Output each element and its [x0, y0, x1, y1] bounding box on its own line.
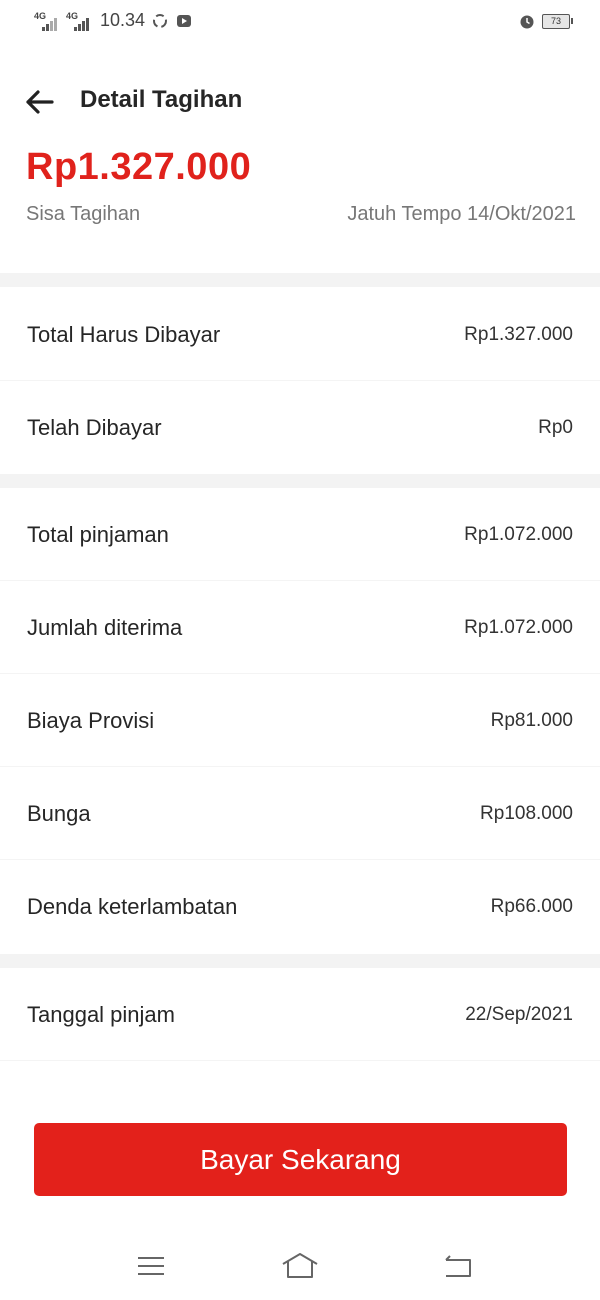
- row-label: Tanggal pinjam: [27, 1001, 175, 1027]
- system-nav-bar: [0, 1236, 600, 1296]
- youtube-icon: [177, 14, 192, 27]
- status-left: 4G 4G 10.34: [34, 10, 193, 31]
- sync-icon: [153, 13, 168, 28]
- status-bar: 4G 4G 10.34 73: [0, 0, 600, 48]
- pay-now-button[interactable]: Bayar Sekarang: [34, 1123, 567, 1196]
- app-header: Detail Tagihan: [0, 78, 600, 126]
- detail-row: Bunga Rp108.000: [0, 767, 600, 860]
- section-divider: [0, 273, 600, 287]
- row-label: Total pinjaman: [27, 521, 169, 547]
- row-label: Telah Dibayar: [27, 414, 162, 440]
- signal-label: 4G: [34, 10, 47, 21]
- signal-icon: 4G: [34, 11, 60, 31]
- battery-icon: 73: [542, 13, 573, 29]
- alarm-icon: [520, 15, 534, 29]
- row-value: Rp81.000: [490, 709, 573, 731]
- due-date: Jatuh Tempo 14/Okt/2021: [347, 203, 576, 225]
- row-label: Jumlah diterima: [27, 614, 183, 640]
- status-right: 73: [518, 12, 573, 30]
- status-time: 10.34: [100, 10, 146, 30]
- menu-icon[interactable]: [131, 1248, 171, 1284]
- row-value: Rp1.327.000: [464, 323, 573, 345]
- detail-row: Denda keterlambatan Rp66.000: [0, 860, 600, 953]
- home-icon[interactable]: [280, 1248, 320, 1284]
- remaining-label: Sisa Tagihan: [26, 203, 141, 225]
- detail-row: Jumlah diterima Rp1.072.000: [0, 581, 600, 674]
- section-divider: [0, 474, 600, 488]
- detail-row: Biaya Provisi Rp81.000: [0, 674, 600, 767]
- remaining-amount: Rp1.327.000: [26, 146, 252, 188]
- row-value: Rp0: [538, 416, 573, 438]
- arrow-left-icon[interactable]: [22, 84, 58, 120]
- page-title: Detail Tagihan: [80, 86, 243, 113]
- back-icon[interactable]: [438, 1248, 478, 1284]
- row-value: 22/Sep/2021: [465, 1003, 573, 1025]
- row-value: Rp66.000: [490, 895, 573, 917]
- row-label: Total Harus Dibayar: [27, 321, 221, 347]
- row-label: Biaya Provisi: [27, 707, 155, 733]
- row-value: Rp1.072.000: [464, 616, 573, 638]
- row-label: Denda keterlambatan: [27, 893, 238, 919]
- section-divider: [0, 954, 600, 968]
- row-value: Rp1.072.000: [464, 523, 573, 545]
- detail-row: Telah Dibayar Rp0: [0, 381, 600, 474]
- signal-label: 4G: [66, 10, 79, 21]
- detail-row: Total pinjaman Rp1.072.000: [0, 488, 600, 581]
- detail-row: Tanggal pinjam 22/Sep/2021: [0, 968, 600, 1061]
- signal-icon: 4G: [66, 11, 92, 31]
- row-label: Bunga: [27, 800, 91, 826]
- row-value: Rp108.000: [480, 802, 573, 824]
- detail-row: Total Harus Dibayar Rp1.327.000: [0, 288, 600, 381]
